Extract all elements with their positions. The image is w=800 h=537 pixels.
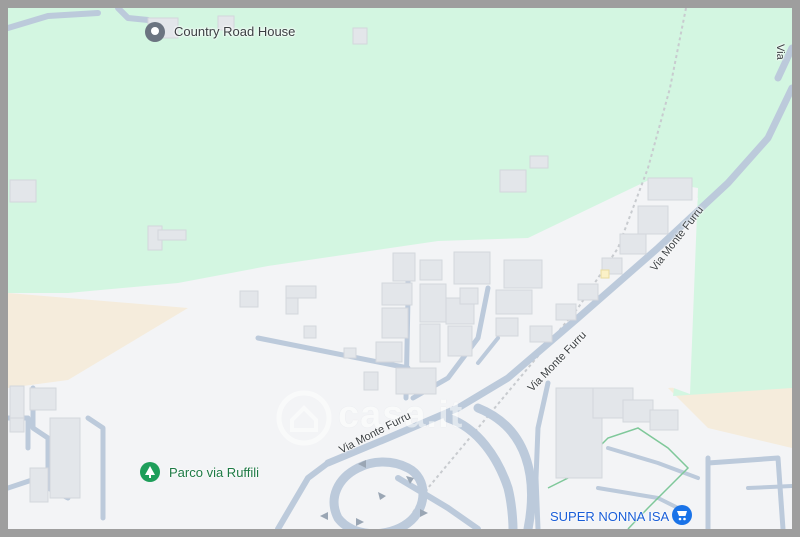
poi-super-nonna-isa[interactable]: SUPER NONNA ISA: [550, 509, 669, 524]
poi-country-road-house[interactable]: Country Road House: [174, 24, 295, 39]
tree-icon[interactable]: [140, 462, 160, 482]
poi-parco-via-ruffili[interactable]: Parco via Ruffili: [169, 465, 259, 480]
shopping-cart-icon[interactable]: [672, 505, 692, 525]
map-canvas[interactable]: casa.it Country Road House Parco via Ruf…: [8, 8, 792, 529]
house-logo-icon: [276, 390, 332, 446]
map-pin-icon[interactable]: [145, 22, 165, 42]
road-label-edge: Via: [774, 44, 786, 60]
map-layer: [8, 8, 792, 529]
map-frame: casa.it Country Road House Parco via Ruf…: [0, 0, 800, 537]
